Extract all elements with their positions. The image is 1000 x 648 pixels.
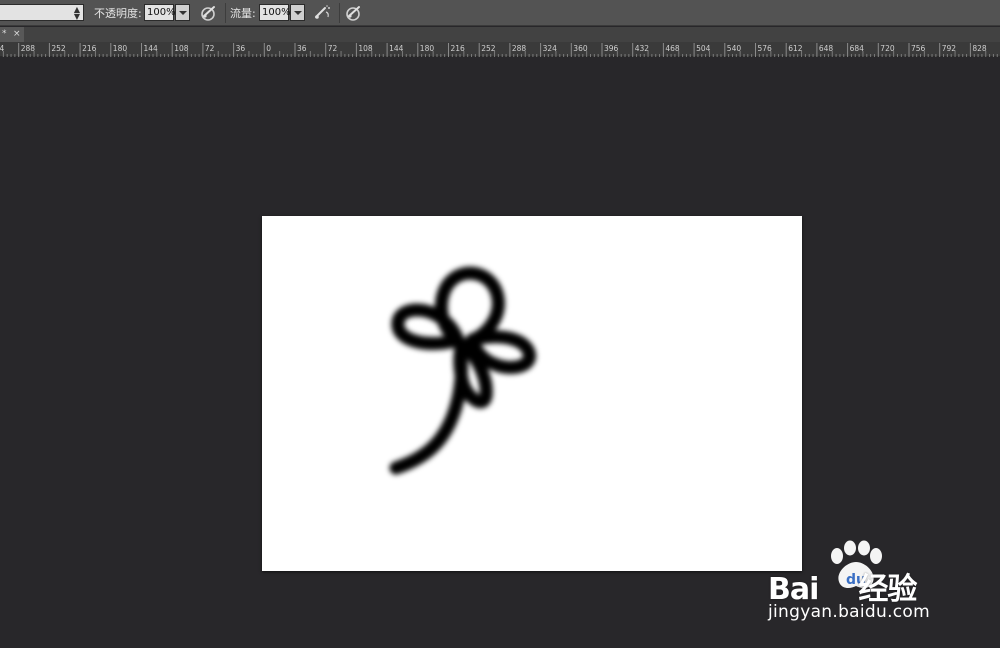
ruler-label: 648	[819, 44, 834, 53]
ruler-label: 792	[942, 44, 957, 53]
watermark-url: jingyan.baidu.com	[768, 602, 930, 622]
flow-label: 流量:	[230, 7, 256, 20]
flow-dropdown-button[interactable]	[290, 4, 305, 21]
options-bar: ▲ ▼ 不透明度: 100% 流量: 100%	[0, 0, 1000, 26]
separator	[225, 3, 226, 23]
ruler-label: 324	[543, 44, 558, 53]
ruler-label: 288	[512, 44, 527, 53]
document-canvas[interactable]	[262, 216, 802, 571]
ruler-label: 540	[727, 44, 742, 53]
ruler-label: 252	[481, 44, 496, 53]
ruler-label: 180	[113, 44, 128, 53]
ruler-label: 324	[0, 44, 5, 53]
opacity-label: 不透明度:	[94, 7, 142, 20]
opacity-dropdown-button[interactable]	[175, 4, 190, 21]
brush-stroke-drawing	[389, 266, 536, 475]
document-tab-bar: * ×	[0, 27, 1000, 42]
ruler-label: 36	[297, 44, 307, 53]
separator	[339, 3, 340, 23]
ruler-label: 108	[174, 44, 189, 53]
ruler-label: 36	[236, 44, 246, 53]
ruler-label: 144	[144, 44, 159, 53]
ruler-label: 252	[51, 44, 66, 53]
ruler-label: 288	[21, 44, 36, 53]
ruler-label: 504	[696, 44, 711, 53]
baidu-jingyan-watermark: du Bai 经验 jingyan.baidu.com	[762, 540, 992, 632]
ruler-label: 720	[880, 44, 895, 53]
ruler-label: 144	[389, 44, 404, 53]
ruler-label: 216	[451, 44, 466, 53]
pressure-opacity-icon[interactable]	[199, 3, 219, 23]
brush-preset-select[interactable]: ▲ ▼	[0, 4, 84, 21]
close-tab-icon[interactable]: ×	[13, 27, 21, 41]
opacity-input[interactable]: 100%	[144, 4, 176, 21]
flow-input[interactable]: 100%	[259, 4, 291, 21]
ruler-scale: 3242882522161801441087236036721081441802…	[0, 43, 998, 57]
ruler-label: 576	[758, 44, 773, 53]
ruler-label: 180	[420, 44, 435, 53]
document-tab[interactable]: * ×	[0, 27, 24, 42]
ruler-label: 756	[911, 44, 926, 53]
ruler-label: 216	[82, 44, 97, 53]
ruler-label: 468	[665, 44, 680, 53]
ruler-label: 396	[604, 44, 619, 53]
ruler-label: 828	[972, 44, 987, 53]
ruler-label: 0	[266, 44, 271, 53]
ruler-label: 72	[205, 44, 215, 53]
airbrush-icon[interactable]	[313, 3, 333, 23]
ruler-label: 612	[788, 44, 803, 53]
ruler-label: 432	[635, 44, 650, 53]
ruler-label: 108	[358, 44, 373, 53]
flower-stroke	[389, 266, 536, 475]
horizontal-ruler[interactable]: 3242882522161801441087236036721081441802…	[0, 42, 1000, 57]
pressure-size-icon[interactable]	[344, 3, 364, 23]
updown-arrows-icon: ▲ ▼	[73, 5, 80, 21]
ruler-label: 360	[573, 44, 588, 53]
modified-mark: *	[2, 29, 7, 39]
ruler-label: 684	[850, 44, 865, 53]
ruler-label: 72	[328, 44, 338, 53]
